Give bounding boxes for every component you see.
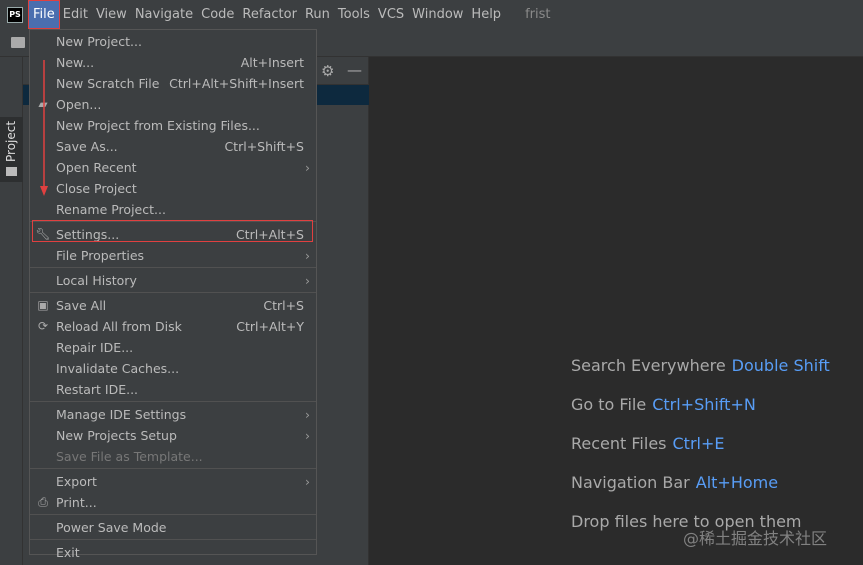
gear-icon[interactable]: ⚙ [321,62,334,80]
project-tab-label[interactable]: Project [4,121,18,162]
menu-bar: PS File Edit View Navigate Code Refactor… [0,0,863,29]
project-name: frist [525,7,551,22]
menu-item-label: Reload All from Disk [56,319,182,334]
menu-item-label: Print... [56,495,97,510]
menu-item-repair-ide[interactable]: Repair IDE... [30,337,316,358]
menu-item-label: Save All [56,298,107,313]
menu-item-shortcut: Ctrl+Alt+Y [236,319,304,334]
menu-item-open[interactable]: ▰ Open... [30,94,316,115]
menu-item-close-project[interactable]: Close Project [30,178,316,199]
menu-item-reload-all-from-disk[interactable]: ⟳ Reload All from Disk Ctrl+Alt+Y [30,316,316,337]
menu-item-manage-ide-settings[interactable]: Manage IDE Settings › [30,404,316,425]
print-icon: ⎙ [38,495,48,509]
hint-shortcut: Ctrl+E [672,434,725,453]
chevron-right-icon: › [305,273,310,288]
tool-window-stripe: Project [0,57,23,565]
hint-label: Search Everywhere [571,356,726,375]
menu-tools[interactable]: Tools [334,1,374,28]
menu-item-file-properties[interactable]: File Properties › [30,245,316,266]
hide-icon[interactable]: — [347,61,362,79]
menu-item-print[interactable]: ⎙ Print... [30,492,316,513]
menu-item-label: Rename Project... [56,202,166,217]
menu-item-shortcut: Alt+Insert [240,55,304,70]
menu-refactor[interactable]: Refactor [238,1,301,28]
hint-go-to-file: Go to File Ctrl+Shift+N [571,395,830,434]
hint-navigation-bar: Navigation Bar Alt+Home [571,473,830,512]
menu-item-shortcut: Ctrl+S [263,298,304,313]
project-folder-icon [6,167,17,176]
chevron-right-icon: › [305,428,310,443]
menu-item-label: Invalidate Caches... [56,361,180,376]
menu-item-label: Power Save Mode [56,520,167,535]
menu-item-label: Exit [56,545,80,560]
menu-item-new-projects-setup[interactable]: New Projects Setup › [30,425,316,446]
menu-item-label: New Project... [56,34,142,49]
menu-view[interactable]: View [92,1,131,28]
menu-vcs[interactable]: VCS [374,1,408,28]
menu-item-save-as[interactable]: Save As... Ctrl+Shift+S [30,136,316,157]
menu-item-label: Save As... [56,139,118,154]
menu-help[interactable]: Help [467,1,505,28]
menu-item-save-file-as-template: Save File as Template... [30,446,316,467]
menu-run[interactable]: Run [301,1,334,28]
menu-item-power-save-mode[interactable]: Power Save Mode [30,517,316,538]
chevron-right-icon: › [305,248,310,263]
menu-item-invalidate-caches[interactable]: Invalidate Caches... [30,358,316,379]
editor-empty-hints: Search Everywhere Double Shift Go to File… [571,356,830,551]
menu-item-save-all[interactable]: ▣ Save All Ctrl+S [30,295,316,316]
menu-item-label: Manage IDE Settings [56,407,187,422]
hint-label: Navigation Bar [571,473,690,492]
menu-item-label: Open... [56,97,102,112]
menu-item-label: File Properties [56,248,145,263]
menu-item-shortcut: Ctrl+Shift+S [224,139,304,154]
menu-item-label: New... [56,55,95,70]
menu-item-label: Restart IDE... [56,382,139,397]
watermark: @稀土掘金技术社区 [683,529,828,548]
menu-item-open-recent[interactable]: Open Recent › [30,157,316,178]
menu-item-label: Export [56,474,97,489]
menu-item-new-project-from-existing-files[interactable]: New Project from Existing Files... [30,115,316,136]
hint-shortcut: Ctrl+Shift+N [652,395,756,414]
settings-highlight-annotation [32,220,313,242]
menu-item-new-project[interactable]: New Project... [30,31,316,52]
hint-label: Recent Files [571,434,667,453]
hint-shortcut: Double Shift [731,356,830,375]
menu-item-label: New Projects Setup [56,428,177,443]
menu-item-new-scratch-file[interactable]: New Scratch File Ctrl+Alt+Shift+Insert [30,73,316,94]
hint-recent-files: Recent Files Ctrl+E [571,434,830,473]
menu-item-label: Close Project [56,181,137,196]
menu-navigate[interactable]: Navigate [131,1,197,28]
menu-item-label: Open Recent [56,160,137,175]
menu-item-label: Local History [56,273,137,288]
hint-shortcut: Alt+Home [695,473,779,492]
menu-item-label: New Project from Existing Files... [56,118,260,133]
menu-item-shortcut: Ctrl+Alt+Shift+Insert [169,76,304,91]
menu-file[interactable]: File [28,0,60,29]
menu-item-export[interactable]: Export › [30,471,316,492]
reload-icon: ⟳ [37,319,49,333]
hint-search-everywhere: Search Everywhere Double Shift [571,356,830,395]
menu-code[interactable]: Code [197,1,238,28]
menu-edit[interactable]: Edit [59,1,92,28]
folder-icon[interactable] [11,37,25,48]
save-icon: ▣ [37,298,49,312]
annotation-arrow [40,60,48,196]
chevron-right-icon: › [305,407,310,422]
menu-item-label: Save File as Template... [56,449,203,464]
file-menu-dropdown: New Project... New... Alt+Insert New Scratc… [29,29,317,560]
menu-item-exit[interactable]: Exit [30,542,316,563]
menu-item-label: New Scratch File [56,76,160,91]
phpstorm-logo: PS [7,6,23,23]
menu-item-restart-ide[interactable]: Restart IDE... [30,379,316,400]
menu-item-new[interactable]: New... Alt+Insert [30,52,316,73]
hint-label: Go to File [571,395,647,414]
chevron-right-icon: › [305,160,310,175]
menu-item-rename-project[interactable]: Rename Project... [30,199,316,220]
menu-item-local-history[interactable]: Local History › [30,270,316,291]
menu-window[interactable]: Window [408,1,467,28]
chevron-right-icon: › [305,474,310,489]
menu-item-label: Repair IDE... [56,340,134,355]
